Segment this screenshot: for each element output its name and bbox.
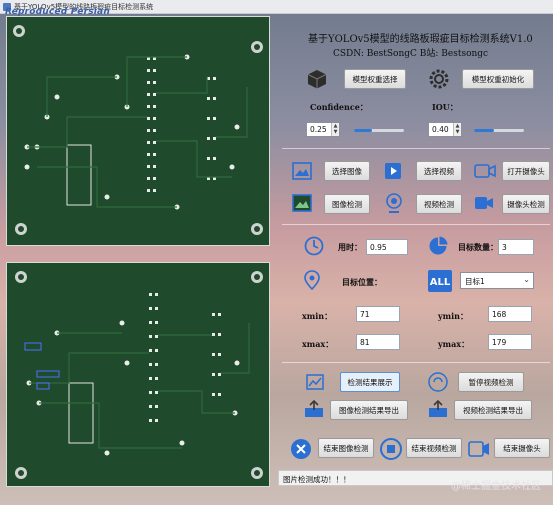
title-bar: 基于YOLOv5模型的线路板瑕疵目标检测系统 Reproduced Persia… xyxy=(0,0,553,17)
open-camera-button[interactable]: 打开摄像头 xyxy=(502,161,550,181)
confidence-spinbox[interactable]: 0.25 ▲ ▼ xyxy=(306,122,340,137)
iou-label: IOU： xyxy=(432,102,458,112)
section-divider xyxy=(282,148,550,149)
page-subtitle: CSDN: BestSongC B站: Bestsongc xyxy=(333,49,489,59)
position-label: 目标位置： xyxy=(342,277,382,287)
section-divider xyxy=(282,224,550,225)
count-value-field: 3 xyxy=(498,239,534,255)
ymax-label: ymax： xyxy=(438,339,470,349)
iou-slider-fill xyxy=(474,129,494,132)
camera-icon xyxy=(474,164,496,178)
end-video-detect-button[interactable]: 结束视频检测 xyxy=(406,438,462,458)
gear-icon xyxy=(429,69,449,89)
export-image-icon xyxy=(305,400,323,417)
end-camera-button[interactable]: 结束摄像头 xyxy=(494,438,550,458)
model-weight-init-button[interactable]: 模型权重初始化 xyxy=(462,69,534,89)
iou-value: 0.40 xyxy=(432,125,449,134)
camera-detect-button[interactable]: 摄像头检测 xyxy=(502,194,550,214)
ymax-value-field: 179 xyxy=(488,334,532,350)
webcam-icon xyxy=(386,193,402,213)
app-window: 基于YOLOv5模型的线路板瑕疵目标检测系统 Reproduced Persia… xyxy=(0,0,553,505)
cube-icon xyxy=(307,70,327,89)
chart-icon xyxy=(306,374,324,390)
iou-spinbox[interactable]: 0.40 ▲ ▼ xyxy=(428,122,462,137)
export-video-icon xyxy=(429,400,447,417)
pie-chart-icon xyxy=(429,236,448,255)
stop-camera-icon xyxy=(468,441,489,457)
ymin-label: ymin： xyxy=(438,311,468,321)
time-label: 用时： xyxy=(338,242,362,252)
confidence-value: 0.25 xyxy=(310,125,327,134)
time-value-field: 0.95 xyxy=(366,239,408,255)
image-detect-button[interactable]: 图像检测 xyxy=(324,194,370,214)
status-message: 图片检测成功！！！ xyxy=(283,475,351,484)
confidence-label: Confidence： xyxy=(310,102,368,112)
image-icon xyxy=(292,162,312,180)
svg-text:ALL: ALL xyxy=(430,277,451,288)
xmax-label: xmax： xyxy=(302,339,334,349)
select-image-button[interactable]: 选择图像 xyxy=(324,161,370,181)
target-select[interactable]: 目标1 ⌄ xyxy=(460,272,534,289)
control-panel: 基于YOLOv5模型的线路板瑕疵目标检测系统V1.0 CSDN: BestSon… xyxy=(278,16,553,486)
iou-slider[interactable] xyxy=(474,129,524,132)
stop-image-icon xyxy=(291,439,311,459)
export-image-result-button[interactable]: 图像检测结果导出 xyxy=(330,400,408,420)
select-video-button[interactable]: 选择视频 xyxy=(416,161,462,181)
ymin-value-field: 168 xyxy=(488,306,532,322)
xmin-label: xmin： xyxy=(302,311,333,321)
xmax-value-field: 81 xyxy=(356,334,400,350)
spin-arrows-icon[interactable]: ▲ ▼ xyxy=(331,123,339,136)
image-detect-icon xyxy=(292,194,312,212)
section-divider xyxy=(282,362,550,363)
show-result-button[interactable]: 检测结果展示 xyxy=(340,372,400,392)
video-detect-button[interactable]: 视频检测 xyxy=(416,194,462,214)
location-pin-icon xyxy=(304,270,320,290)
target-select-value: 目标1 xyxy=(465,277,485,286)
clock-icon xyxy=(304,236,324,256)
pause-icon xyxy=(428,372,448,392)
stop-video-icon xyxy=(380,438,402,460)
chevron-down-icon: ⌄ xyxy=(523,275,530,284)
detection-image-view xyxy=(6,262,270,487)
original-image-view xyxy=(6,16,270,246)
end-image-detect-button[interactable]: 结束图像检测 xyxy=(318,438,374,458)
page-title: 基于YOLOv5模型的线路板瑕疵目标检测系统V1.0 xyxy=(308,34,533,45)
count-label: 目标数量： xyxy=(458,242,498,252)
confidence-slider-fill xyxy=(354,129,372,132)
confidence-slider[interactable] xyxy=(354,129,404,132)
pause-video-detect-button[interactable]: 暂停视频检测 xyxy=(458,372,524,392)
model-weight-select-button[interactable]: 模型权重选择 xyxy=(344,69,406,89)
camcorder-icon xyxy=(475,197,493,209)
video-file-icon xyxy=(385,163,401,179)
footer-watermark: @稀土掘金技术社区 xyxy=(451,481,541,492)
export-video-result-button[interactable]: 视频检测结果导出 xyxy=(454,400,532,420)
xmin-value-field: 71 xyxy=(356,306,400,322)
target-list-icon: ALL xyxy=(428,270,452,292)
spin-arrows-icon[interactable]: ▲ ▼ xyxy=(453,123,461,136)
